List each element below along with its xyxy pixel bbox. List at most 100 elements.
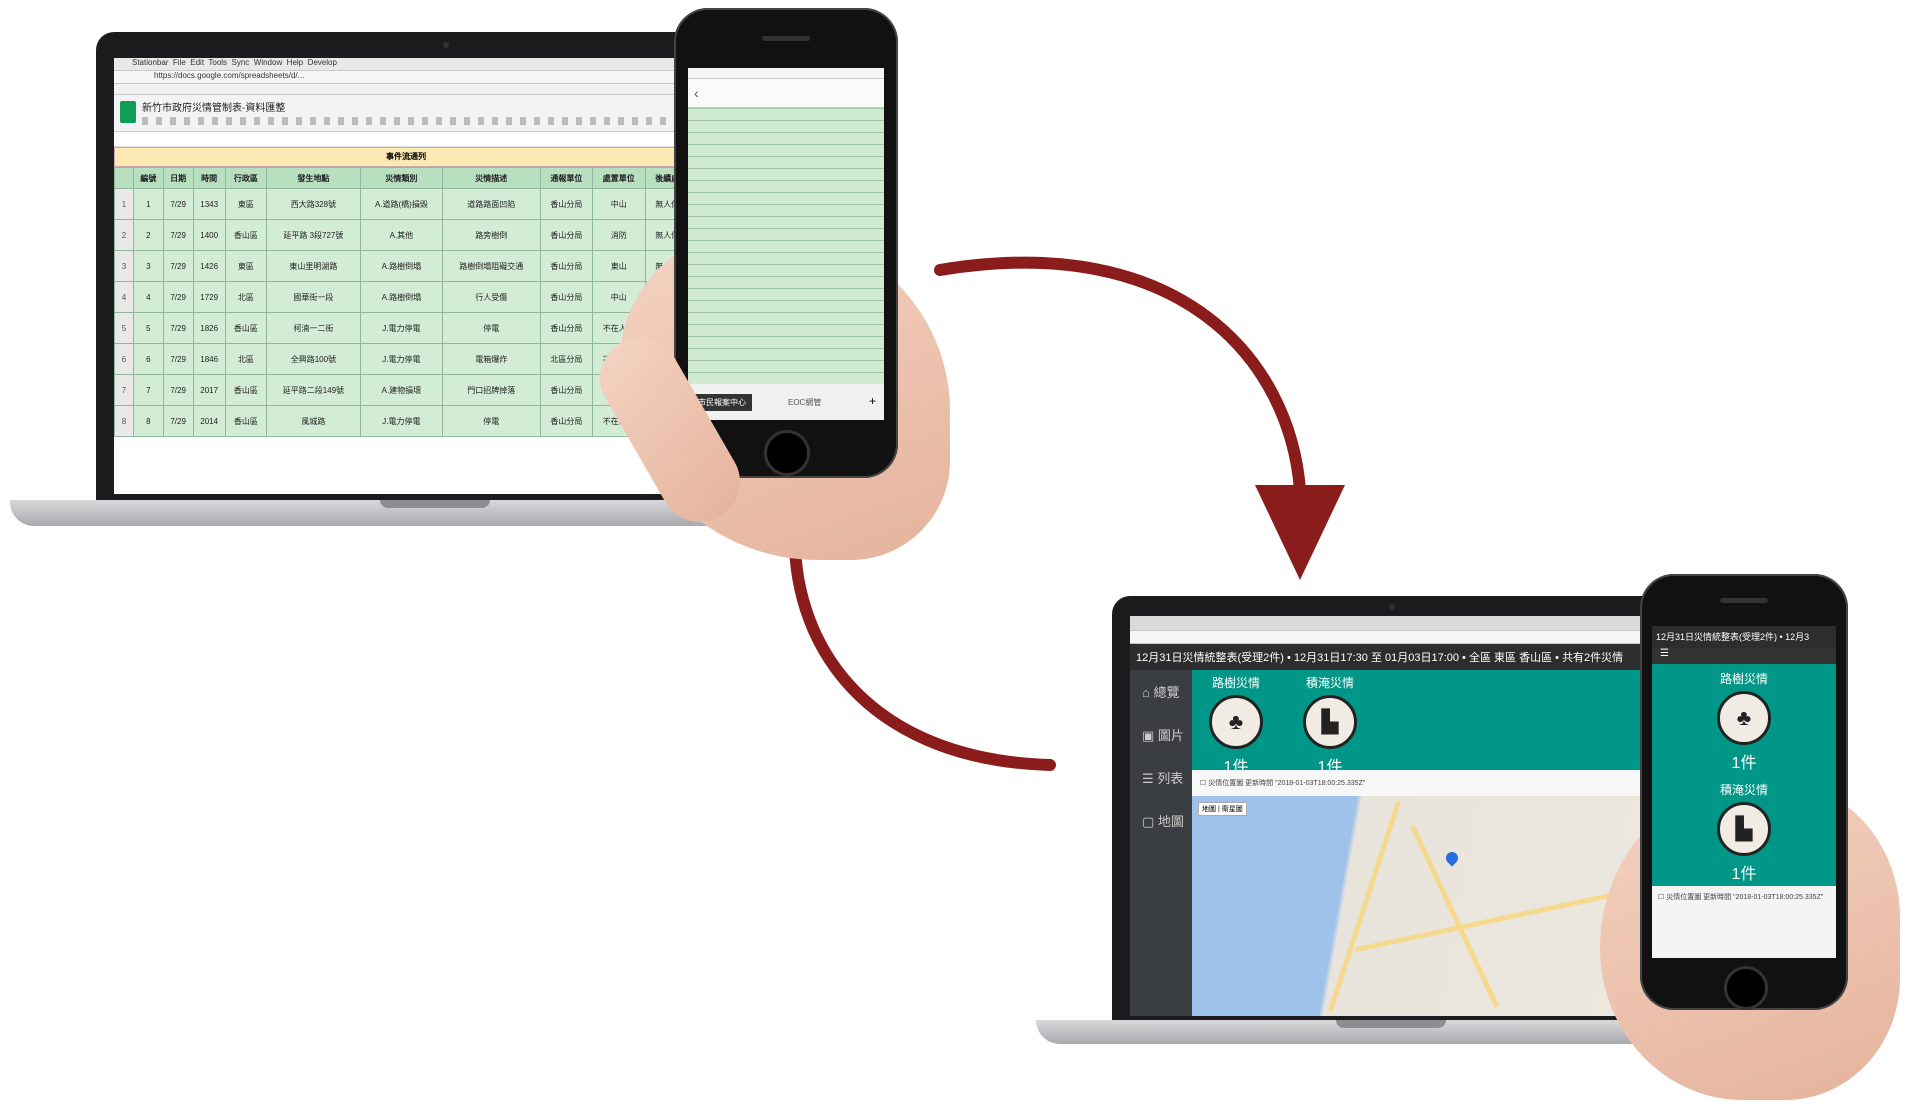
table-cell[interactable]: 7/29 xyxy=(162,374,194,406)
menu-item[interactable]: Stationbar xyxy=(132,58,168,67)
checkbox-icon[interactable]: ☐ xyxy=(1658,894,1664,901)
table-cell[interactable]: 香山區 xyxy=(224,374,267,406)
column-header[interactable]: 日期 xyxy=(162,167,194,189)
nav-list[interactable]: ☰ 列表 xyxy=(1130,756,1192,799)
table-cell[interactable]: 全興路100號 xyxy=(265,343,361,375)
table-cell[interactable]: A.建物損壞 xyxy=(359,374,443,406)
table-cell[interactable]: J.電力停電 xyxy=(359,312,443,344)
table-cell[interactable]: 7/29 xyxy=(162,188,194,220)
column-header[interactable]: 行政區 xyxy=(224,167,267,189)
table-cell[interactable]: 7 xyxy=(133,374,164,406)
table-cell[interactable]: 電箱爆炸 xyxy=(441,343,541,375)
table-cell[interactable]: 7/29 xyxy=(162,312,194,344)
url-text[interactable]: https://docs.google.com/spreadsheets/d/.… xyxy=(154,71,304,80)
menu-item[interactable]: Tools xyxy=(208,58,227,67)
table-cell[interactable]: J.電力停電 xyxy=(359,405,443,437)
table-cell[interactable]: A.道路(橋)損毀 xyxy=(359,188,443,220)
menu-item[interactable]: Develop xyxy=(308,58,337,67)
plus-icon[interactable]: + xyxy=(869,394,876,408)
sheets-icon[interactable] xyxy=(120,101,136,123)
card-building-damage[interactable]: 積淹災情 ▙ 1件 xyxy=(1300,670,1360,776)
disaster-map[interactable]: 地圖 | 衛星圖 xyxy=(1192,796,1654,1016)
table-cell[interactable]: 道路路面凹陷 xyxy=(441,188,541,220)
table-cell[interactable]: 1426 xyxy=(192,250,226,282)
menu-item[interactable]: Sync xyxy=(232,58,250,67)
home-button[interactable] xyxy=(764,430,810,476)
table-cell[interactable]: 2014 xyxy=(192,405,226,437)
column-header[interactable]: 時間 xyxy=(192,167,226,189)
table-cell[interactable]: A.路樹倒塌 xyxy=(359,250,443,282)
table-cell[interactable]: 香山分局 xyxy=(539,219,594,251)
table-cell[interactable]: A.其他 xyxy=(359,219,443,251)
phone-card-building-damage[interactable]: 積淹災情 ▙ 1件 xyxy=(1652,781,1836,884)
column-header[interactable]: 處置單位 xyxy=(592,167,646,189)
formula-bar[interactable] xyxy=(114,132,698,147)
map-marker-icon[interactable] xyxy=(1443,849,1461,867)
table-cell[interactable]: 1846 xyxy=(192,343,226,375)
table-cell[interactable]: 1826 xyxy=(192,312,226,344)
menu-item[interactable]: Window xyxy=(254,58,282,67)
phone-card-fallen-tree[interactable]: 路樹災情 ♣ 1件 xyxy=(1652,670,1836,773)
table-cell[interactable]: 路旁樹倒 xyxy=(441,219,541,251)
nav-images[interactable]: ▣ 圖片 xyxy=(1130,713,1192,756)
table-cell[interactable]: 東區 xyxy=(224,188,267,220)
table-cell[interactable]: 7/29 xyxy=(162,219,194,251)
table-cell[interactable]: J.電力停電 xyxy=(359,343,443,375)
table-cell[interactable]: 7/29 xyxy=(162,343,194,375)
table-cell[interactable]: 行人受傷 xyxy=(441,281,541,313)
table-cell[interactable]: 門口招牌掉落 xyxy=(441,374,541,406)
table-cell[interactable]: 停電 xyxy=(441,405,541,437)
phone-sheet-grid[interactable] xyxy=(688,108,884,384)
map-tab[interactable]: 地圖 xyxy=(1202,806,1216,813)
table-cell[interactable]: 8 xyxy=(133,405,164,437)
table-cell[interactable]: 3 xyxy=(133,250,164,282)
menu-item[interactable]: File xyxy=(173,58,186,67)
card-fallen-tree[interactable]: 路樹災情 ♣ 1件 xyxy=(1206,670,1266,776)
table-cell[interactable]: 風城路 xyxy=(265,405,361,437)
table-cell[interactable]: 北區 xyxy=(224,281,267,313)
table-cell[interactable]: 香山區 xyxy=(224,405,267,437)
menu-icon[interactable]: ☰ xyxy=(1660,648,1669,659)
menu-item[interactable]: Help xyxy=(287,58,303,67)
table-cell[interactable]: 7/29 xyxy=(162,405,194,437)
address-bar[interactable]: https://docs.google.com/spreadsheets/d/.… xyxy=(114,71,698,84)
table-cell[interactable]: 4 xyxy=(133,281,164,313)
table-cell[interactable]: 7/29 xyxy=(162,250,194,282)
table-cell[interactable]: 東山 xyxy=(592,250,646,282)
table-cell[interactable]: 5 xyxy=(133,312,164,344)
nav-overview[interactable]: ⌂ 總覽 xyxy=(1130,670,1192,713)
table-cell[interactable]: 1 xyxy=(133,188,164,220)
column-header[interactable]: 通報單位 xyxy=(539,167,594,189)
sheet-tab[interactable]: EOC網管 xyxy=(788,397,821,408)
column-header[interactable]: 發生地點 xyxy=(265,167,361,189)
table-cell[interactable]: 停電 xyxy=(441,312,541,344)
table-cell[interactable]: 香山分局 xyxy=(539,405,594,437)
table-cell[interactable]: 延平路二段149號 xyxy=(265,374,361,406)
table-cell[interactable]: 北區分局 xyxy=(539,343,594,375)
table-cell[interactable]: 北區 xyxy=(224,343,267,375)
checkbox-icon[interactable]: ☐ xyxy=(1200,780,1206,787)
table-cell[interactable]: 中山 xyxy=(592,188,646,220)
table-cell[interactable]: 西大路328號 xyxy=(265,188,361,220)
table-cell[interactable]: 7/29 xyxy=(162,281,194,313)
table-cell[interactable]: 1729 xyxy=(192,281,226,313)
doc-title[interactable]: 新竹市政府災情管制表-資料匯整 xyxy=(142,99,285,114)
table-cell[interactable]: 東區 xyxy=(224,250,267,282)
table-cell[interactable]: 2 xyxy=(133,219,164,251)
table-cell[interactable]: 香山分局 xyxy=(539,374,594,406)
table-cell[interactable]: 延平路 3段727號 xyxy=(265,219,361,251)
address-bar[interactable] xyxy=(1130,631,1654,644)
table-cell[interactable]: 香山區 xyxy=(224,312,267,344)
table-cell[interactable]: 6 xyxy=(133,343,164,375)
table-cell[interactable]: 香山分局 xyxy=(539,281,594,313)
column-header[interactable]: 編號 xyxy=(133,167,164,189)
table-cell[interactable]: 香山分局 xyxy=(539,312,594,344)
table-cell[interactable]: 國華街一段 xyxy=(265,281,361,313)
column-header[interactable]: 災情描述 xyxy=(441,167,541,189)
table-cell[interactable]: 消防 xyxy=(592,219,646,251)
table-cell[interactable]: 香山分局 xyxy=(539,250,594,282)
home-button[interactable] xyxy=(1724,966,1768,1010)
table-cell[interactable]: 香山分局 xyxy=(539,188,594,220)
table-cell[interactable]: 香山區 xyxy=(224,219,267,251)
nav-map[interactable]: ▢ 地圖 xyxy=(1130,799,1192,842)
